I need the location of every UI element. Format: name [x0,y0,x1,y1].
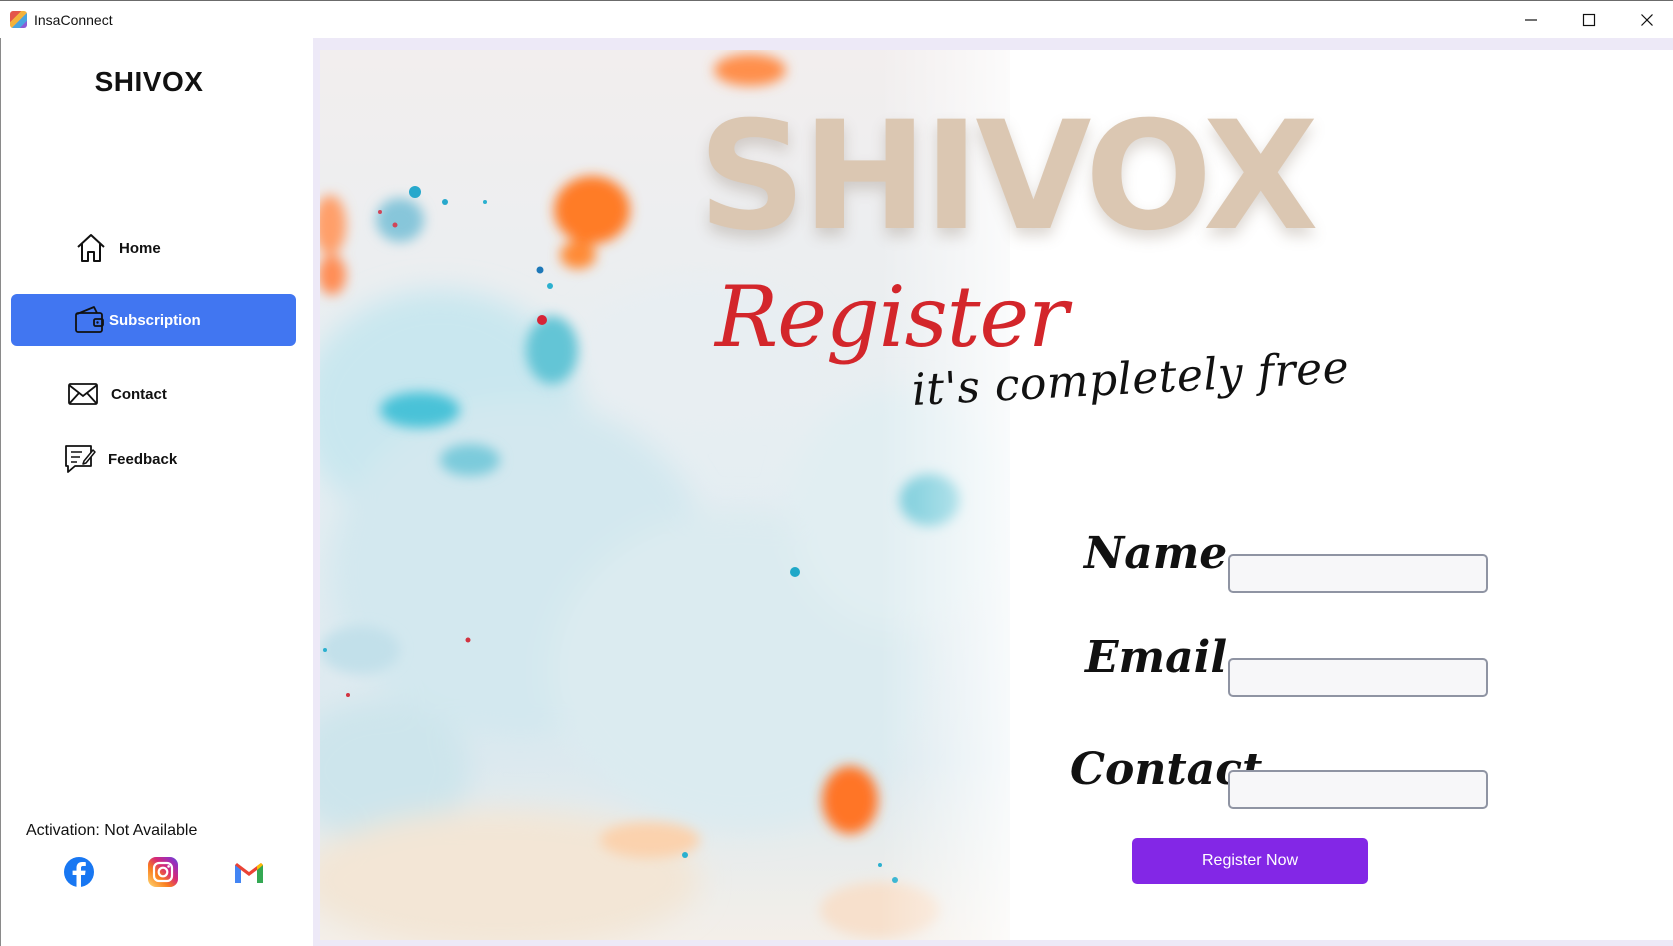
sidebar-item-subscription[interactable]: Subscription [11,294,296,346]
maximize-icon [1582,13,1596,27]
close-icon [1641,14,1653,26]
facebook-icon[interactable] [63,856,95,888]
sidebar-item-feedback[interactable]: Feedback [11,433,296,485]
name-input[interactable] [1228,554,1488,593]
contact-input[interactable] [1228,770,1488,809]
minimize-icon [1525,19,1537,21]
app-logo-icon [10,11,27,28]
mail-icon [68,383,98,405]
gmail-icon[interactable] [233,856,265,888]
sidebar-item-contact[interactable]: Contact [11,368,296,420]
sidebar-brand: SHIVOX [94,66,204,97]
sidebar-item-home[interactable]: Home [11,222,296,274]
activation-status: Activation: Not Available [26,822,198,839]
home-icon [77,234,105,262]
instagram-icon[interactable] [147,856,179,888]
brand-watermark: SHIVOX [698,90,1319,264]
feedback-icon [65,445,96,473]
sidebar: SHIVOX Home Subscription Contact Feedbac… [0,38,313,946]
minimize-button[interactable] [1502,1,1560,39]
email-input[interactable] [1228,658,1488,697]
name-label: Name [1084,528,1228,579]
window-title-bar: InsaConnect [0,0,1673,38]
register-now-button[interactable]: Register Now [1132,838,1368,884]
close-button[interactable] [1618,1,1673,39]
register-panel: SHIVOX Register it's completely free Nam… [320,50,1673,940]
email-label: Email [1085,632,1228,683]
sidebar-item-label: Home [119,239,161,257]
wallet-icon [75,306,104,333]
maximize-button[interactable] [1560,1,1618,39]
sidebar-item-label: Subscription [109,311,201,329]
sidebar-item-label: Contact [111,385,167,403]
register-heading: Register [715,268,1068,366]
sidebar-item-label: Feedback [108,450,178,468]
window-title: InsaConnect [34,12,113,28]
